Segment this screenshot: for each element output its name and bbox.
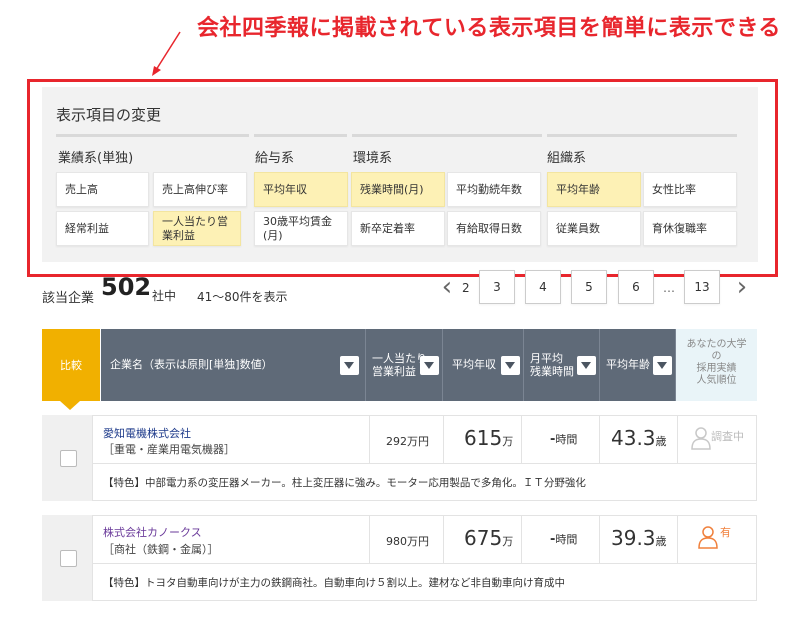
result-count: 502 <box>101 273 152 301</box>
university-column-header: あなたの大学 の 採用実績 人気順位 <box>676 329 757 401</box>
item-average-salary[interactable]: 平均年収 <box>254 172 348 207</box>
group-divider <box>547 134 737 137</box>
next-page-chevron-icon[interactable]: › <box>732 270 752 304</box>
display-items-panel: 表示項目の変更 業績系(単独) 給与系 環境系 組織系 売上高 売上高伸び率 経… <box>42 87 758 262</box>
company-feature: 【特色】中部電力系の変圧器メーカー。柱上変圧器に強み。モーター応用製品で多角化。… <box>103 477 586 489</box>
cell-divider <box>599 415 600 463</box>
company-industry: ［商社（鉄鋼・金属）］ <box>103 543 219 556</box>
group-divider <box>56 134 249 137</box>
salary-value: 675万 <box>464 526 514 550</box>
university-status: 有 <box>720 526 731 539</box>
compare-pointer <box>60 401 80 410</box>
result-count-unit: 社中 <box>152 289 177 303</box>
salary-header-label: 平均年収 <box>452 358 496 372</box>
item-average-age[interactable]: 平均年齢 <box>547 172 641 207</box>
annotation-arrow-icon <box>152 31 181 76</box>
compare-checkbox[interactable] <box>60 550 77 567</box>
item-employees[interactable]: 従業員数 <box>547 211 641 246</box>
cell-divider <box>521 415 522 463</box>
cell-divider <box>369 415 370 463</box>
page-link-5[interactable]: 5 <box>571 270 607 304</box>
name-column-header: 企業名（表示は原則[単独]数値） <box>101 329 366 401</box>
profit-value: 980万円 <box>386 535 429 548</box>
result-count-label: 該当企業 <box>42 291 95 306</box>
salary-value: 615万 <box>464 426 514 450</box>
item-ordinary-profit[interactable]: 経常利益 <box>56 211 149 246</box>
uni-header-line-2: の <box>711 351 722 362</box>
cell-divider <box>443 515 444 563</box>
page-link-3[interactable]: 3 <box>479 270 515 304</box>
row-divider <box>92 463 757 464</box>
company-industry: ［重電・産業用電気機器］ <box>103 443 235 456</box>
page-link-6[interactable]: 6 <box>618 270 654 304</box>
group-title-organization: 組織系 <box>547 151 587 166</box>
uni-header-line-1: あなたの大学 <box>686 339 747 350</box>
profit-header-label-2: 営業利益 <box>372 365 416 378</box>
item-female-ratio[interactable]: 女性比率 <box>643 172 737 207</box>
age-column-header: 平均年齢 <box>600 329 676 401</box>
profit-sort-dropdown-icon[interactable] <box>420 356 439 375</box>
annotation-title: 会社四季報に掲載されている表示項目を簡単に表示できる <box>197 16 781 41</box>
pagination-ellipsis: … <box>663 281 675 295</box>
uni-header-line-4: 人気順位 <box>696 375 737 386</box>
university-status: 調査中 <box>711 430 744 443</box>
page-link-last[interactable]: 13 <box>684 270 720 304</box>
group-divider <box>254 134 347 137</box>
name-sort-dropdown-icon[interactable] <box>340 356 359 375</box>
cell-divider <box>369 515 370 563</box>
age-value: 39.3歳 <box>611 526 667 550</box>
salary-column-header: 平均年収 <box>443 329 524 401</box>
row-divider <box>92 563 757 564</box>
salary-sort-dropdown-icon[interactable] <box>501 356 520 375</box>
profit-column-header: 一人当たり 営業利益 <box>366 329 443 401</box>
company-name-link[interactable]: 愛知電機株式会社 <box>103 425 191 441</box>
uni-header-line-3: 採用実績 <box>696 363 737 374</box>
age-header-label: 平均年齢 <box>606 358 650 372</box>
item-average-tenure[interactable]: 平均勤続年数 <box>447 172 541 207</box>
compare-checkbox[interactable] <box>60 450 77 467</box>
item-wage-at-30[interactable]: 30歳平均賃金(月) <box>254 211 348 246</box>
item-sales-growth[interactable]: 売上高伸び率 <box>153 172 247 207</box>
item-operating-profit-per-person[interactable]: 一人当たり営業利益 <box>153 211 241 246</box>
item-childcare-return-rate[interactable]: 育休復職率 <box>643 211 737 246</box>
cell-divider <box>677 415 678 463</box>
item-new-grad-retention[interactable]: 新卒定着率 <box>351 211 445 246</box>
overtime-column-header: 月平均 残業時間 <box>524 329 600 401</box>
cell-divider <box>599 515 600 563</box>
page-link-4[interactable]: 4 <box>525 270 561 304</box>
company-feature: 【特色】トヨタ自動車向けが主力の鉄鋼商社。自動車向け５割以上。建材など非自動車向… <box>103 577 565 589</box>
overtime-sort-dropdown-icon[interactable] <box>577 356 596 375</box>
panel-title: 表示項目の変更 <box>56 106 162 124</box>
company-name-link[interactable]: 株式会社カノークス <box>103 524 202 540</box>
name-header-label: 企業名（表示は原則[単独]数値） <box>110 358 273 372</box>
result-range: 41〜80件を表示 <box>197 290 288 304</box>
group-title-salary: 給与系 <box>255 151 295 166</box>
overtime-value: -時間 <box>550 432 578 447</box>
group-title-performance: 業績系(単独) <box>58 151 134 166</box>
overtime-value: -時間 <box>550 532 578 547</box>
overtime-header-label-2: 残業時間 <box>530 365 574 378</box>
profit-header-label-1: 一人当たり <box>372 351 427 365</box>
item-sales[interactable]: 売上高 <box>56 172 149 207</box>
current-page: 2 <box>462 281 470 295</box>
cell-divider <box>443 415 444 463</box>
item-overtime[interactable]: 残業時間(月) <box>351 172 445 207</box>
group-divider <box>352 134 542 137</box>
prev-page-chevron-icon[interactable]: ‹ <box>437 270 457 304</box>
cell-divider <box>677 515 678 563</box>
item-paid-leave-days[interactable]: 有給取得日数 <box>447 211 541 246</box>
overtime-header-label-1: 月平均 <box>530 351 563 365</box>
person-icon <box>698 526 718 549</box>
profit-value: 292万円 <box>386 435 429 448</box>
compare-header: 比較 <box>42 329 100 401</box>
age-sort-dropdown-icon[interactable] <box>653 356 672 375</box>
age-value: 43.3歳 <box>611 426 667 450</box>
person-icon <box>691 427 711 450</box>
cell-divider <box>521 515 522 563</box>
group-title-environment: 環境系 <box>353 151 393 166</box>
